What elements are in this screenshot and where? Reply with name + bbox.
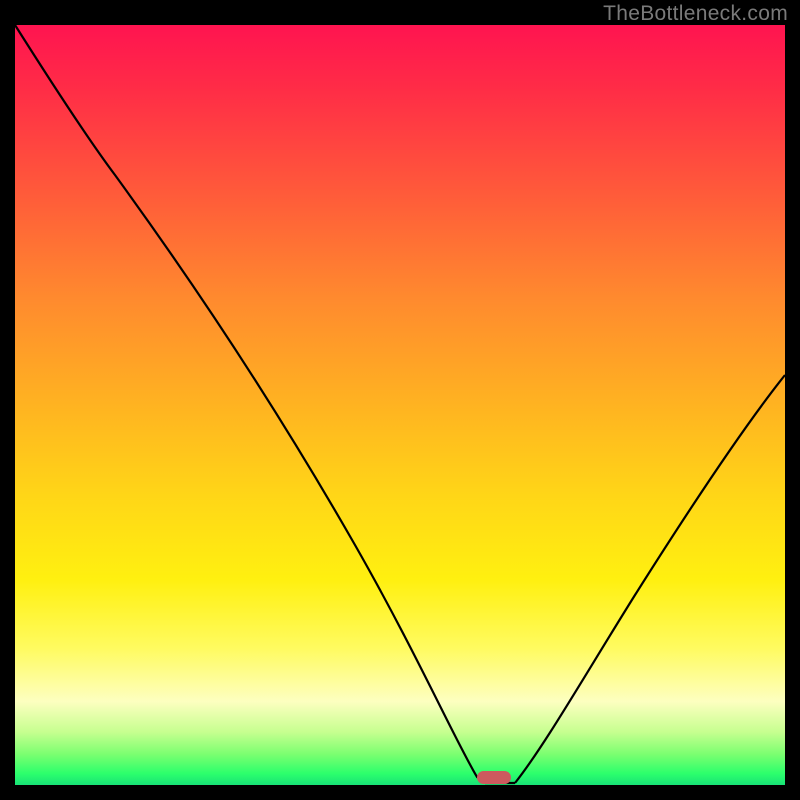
minimum-marker [477, 771, 511, 784]
chart-container: TheBottleneck.com [0, 0, 800, 800]
plot-area [15, 25, 785, 785]
bottleneck-curve [15, 25, 785, 785]
watermark-label: TheBottleneck.com [603, 2, 788, 26]
